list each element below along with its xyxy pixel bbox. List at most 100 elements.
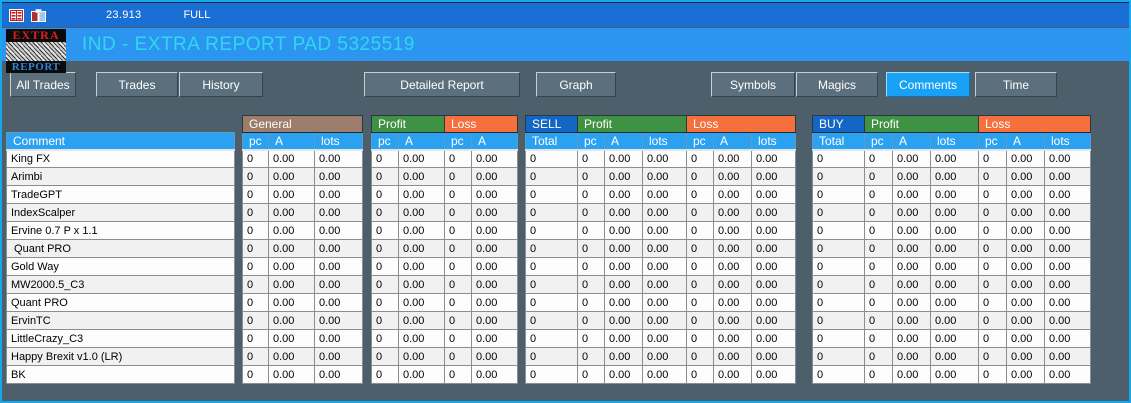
tab-history[interactable]: History	[179, 72, 263, 97]
comment-cell: IndexScalper	[6, 203, 235, 222]
topbar: 23.913 FULL	[2, 2, 1129, 27]
value-cell: 0	[812, 239, 865, 258]
value-cell: 0.00	[398, 149, 445, 168]
value-cell: 0	[525, 293, 578, 312]
value-cell: 0.00	[930, 239, 979, 258]
value-cell: 0.00	[314, 239, 363, 258]
tab-detailed-report[interactable]: Detailed Report	[364, 72, 520, 97]
table-row: King FX	[6, 149, 235, 168]
value-cell: 0.00	[892, 203, 931, 222]
value-cell: 0	[864, 347, 893, 366]
value-cell: 0.00	[1006, 221, 1045, 240]
value-cell: 0.00	[604, 239, 643, 258]
value-cell: 0.00	[751, 185, 796, 204]
value-cell: 0	[978, 221, 1007, 240]
table-row: 0 0 0.00 0.00 0 0.00 0.00	[525, 203, 796, 222]
value-cell: 0	[242, 365, 269, 384]
table-row: 0 0.00 0 0.00	[371, 185, 518, 204]
column-header-pc: pc	[444, 132, 472, 151]
value-cell: 0.00	[398, 293, 445, 312]
value-cell: 0.00	[892, 329, 931, 348]
value-cell: 0.00	[892, 257, 931, 276]
value-cell: 0	[371, 311, 399, 330]
column-header-a: A	[471, 132, 518, 151]
value-cell: 0.00	[751, 257, 796, 276]
value-cell: 0.00	[471, 221, 518, 240]
value-cell: 0	[864, 149, 893, 168]
table-icon[interactable]	[9, 8, 24, 22]
value-cell: 0	[242, 221, 269, 240]
table-row: 0 0.00 0.00	[242, 293, 363, 312]
value-cell: 0	[525, 185, 578, 204]
value-cell: 0.00	[930, 167, 979, 186]
tab-all-trades[interactable]: All Trades	[10, 72, 76, 97]
column-header-a: A	[398, 132, 445, 151]
value-cell: 0.00	[398, 329, 445, 348]
value-cell: 0.00	[1044, 365, 1091, 384]
column-header-pc: pc	[978, 132, 1007, 151]
value-cell: 0.00	[398, 185, 445, 204]
value-cell: 0.00	[604, 257, 643, 276]
value-cell: 0.00	[1044, 203, 1091, 222]
value-cell: 0	[812, 329, 865, 348]
value-cell: 0.00	[1044, 275, 1091, 294]
value-cell: 0.00	[892, 167, 931, 186]
value-cell: 0	[686, 149, 714, 168]
value-cell: 0.00	[471, 365, 518, 384]
value-cell: 0.00	[642, 365, 687, 384]
value-cell: 0.00	[892, 221, 931, 240]
value-cell: 0	[444, 329, 472, 348]
value-cell: 0	[864, 221, 893, 240]
value-cell: 0.00	[892, 149, 931, 168]
value-cell: 0	[242, 293, 269, 312]
table-row: 0 0 0.00 0.00 0 0.00 0.00	[525, 239, 796, 258]
table-row: IndexScalper	[6, 203, 235, 222]
table-row: 0 0 0.00 0.00 0 0.00 0.00	[525, 365, 796, 384]
tab-trades[interactable]: Trades	[96, 72, 178, 97]
value-cell: 0.00	[398, 275, 445, 294]
value-cell: 0.00	[471, 293, 518, 312]
value-cell: 0.00	[398, 239, 445, 258]
tab-magics[interactable]: Magics	[796, 72, 878, 97]
tab-comments[interactable]: Comments	[886, 72, 970, 97]
column-header-total: Total	[812, 132, 865, 151]
table-row: 0 0 0.00 0.00 0 0.00 0.00	[812, 311, 1091, 330]
value-cell: 0	[978, 365, 1007, 384]
value-cell: 0.00	[471, 257, 518, 276]
value-cell: 0	[978, 167, 1007, 186]
column-header-total: Total	[525, 132, 578, 151]
tab-graph[interactable]: Graph	[536, 72, 616, 97]
value-cell: 0.00	[398, 203, 445, 222]
value-cell: 0	[864, 329, 893, 348]
value-cell: 0.00	[471, 149, 518, 168]
value-cell: 0.00	[751, 149, 796, 168]
value-cell: 0	[978, 149, 1007, 168]
value-cell: 0.00	[268, 167, 315, 186]
table-row: 0 0 0.00 0.00 0 0.00 0.00	[812, 221, 1091, 240]
value-cell: 0.00	[642, 149, 687, 168]
table-row: 0 0.00 0.00	[242, 257, 363, 276]
value-cell: 0	[444, 275, 472, 294]
column-header-lots: lots	[1044, 132, 1091, 151]
tab-time[interactable]: Time	[975, 72, 1057, 97]
value-cell: 0	[864, 275, 893, 294]
value-cell: 0	[686, 347, 714, 366]
value-cell: 0.00	[268, 221, 315, 240]
mode-label: FULL	[183, 9, 211, 21]
column-header-a: A	[1006, 132, 1045, 151]
value-cell: 0.00	[1044, 329, 1091, 348]
table-row: 0 0.00 0 0.00	[371, 293, 518, 312]
value-cell: 0.00	[713, 203, 752, 222]
value-cell: 0.00	[930, 185, 979, 204]
logo-noise-image	[6, 41, 66, 61]
group-header-loss: Loss	[444, 115, 518, 133]
value-cell: 0.00	[930, 149, 979, 168]
table-row: Happy Brexit v1.0 (LR)	[6, 347, 235, 366]
value-cell: 0.00	[930, 257, 979, 276]
value-cell: 0.00	[1044, 257, 1091, 276]
tab-symbols[interactable]: Symbols	[711, 72, 795, 97]
table-row: 0 0.00 0 0.00	[371, 221, 518, 240]
table-row: 0 0.00 0 0.00	[371, 365, 518, 384]
tiles-icon[interactable]	[31, 8, 46, 22]
value-cell: 0	[686, 293, 714, 312]
